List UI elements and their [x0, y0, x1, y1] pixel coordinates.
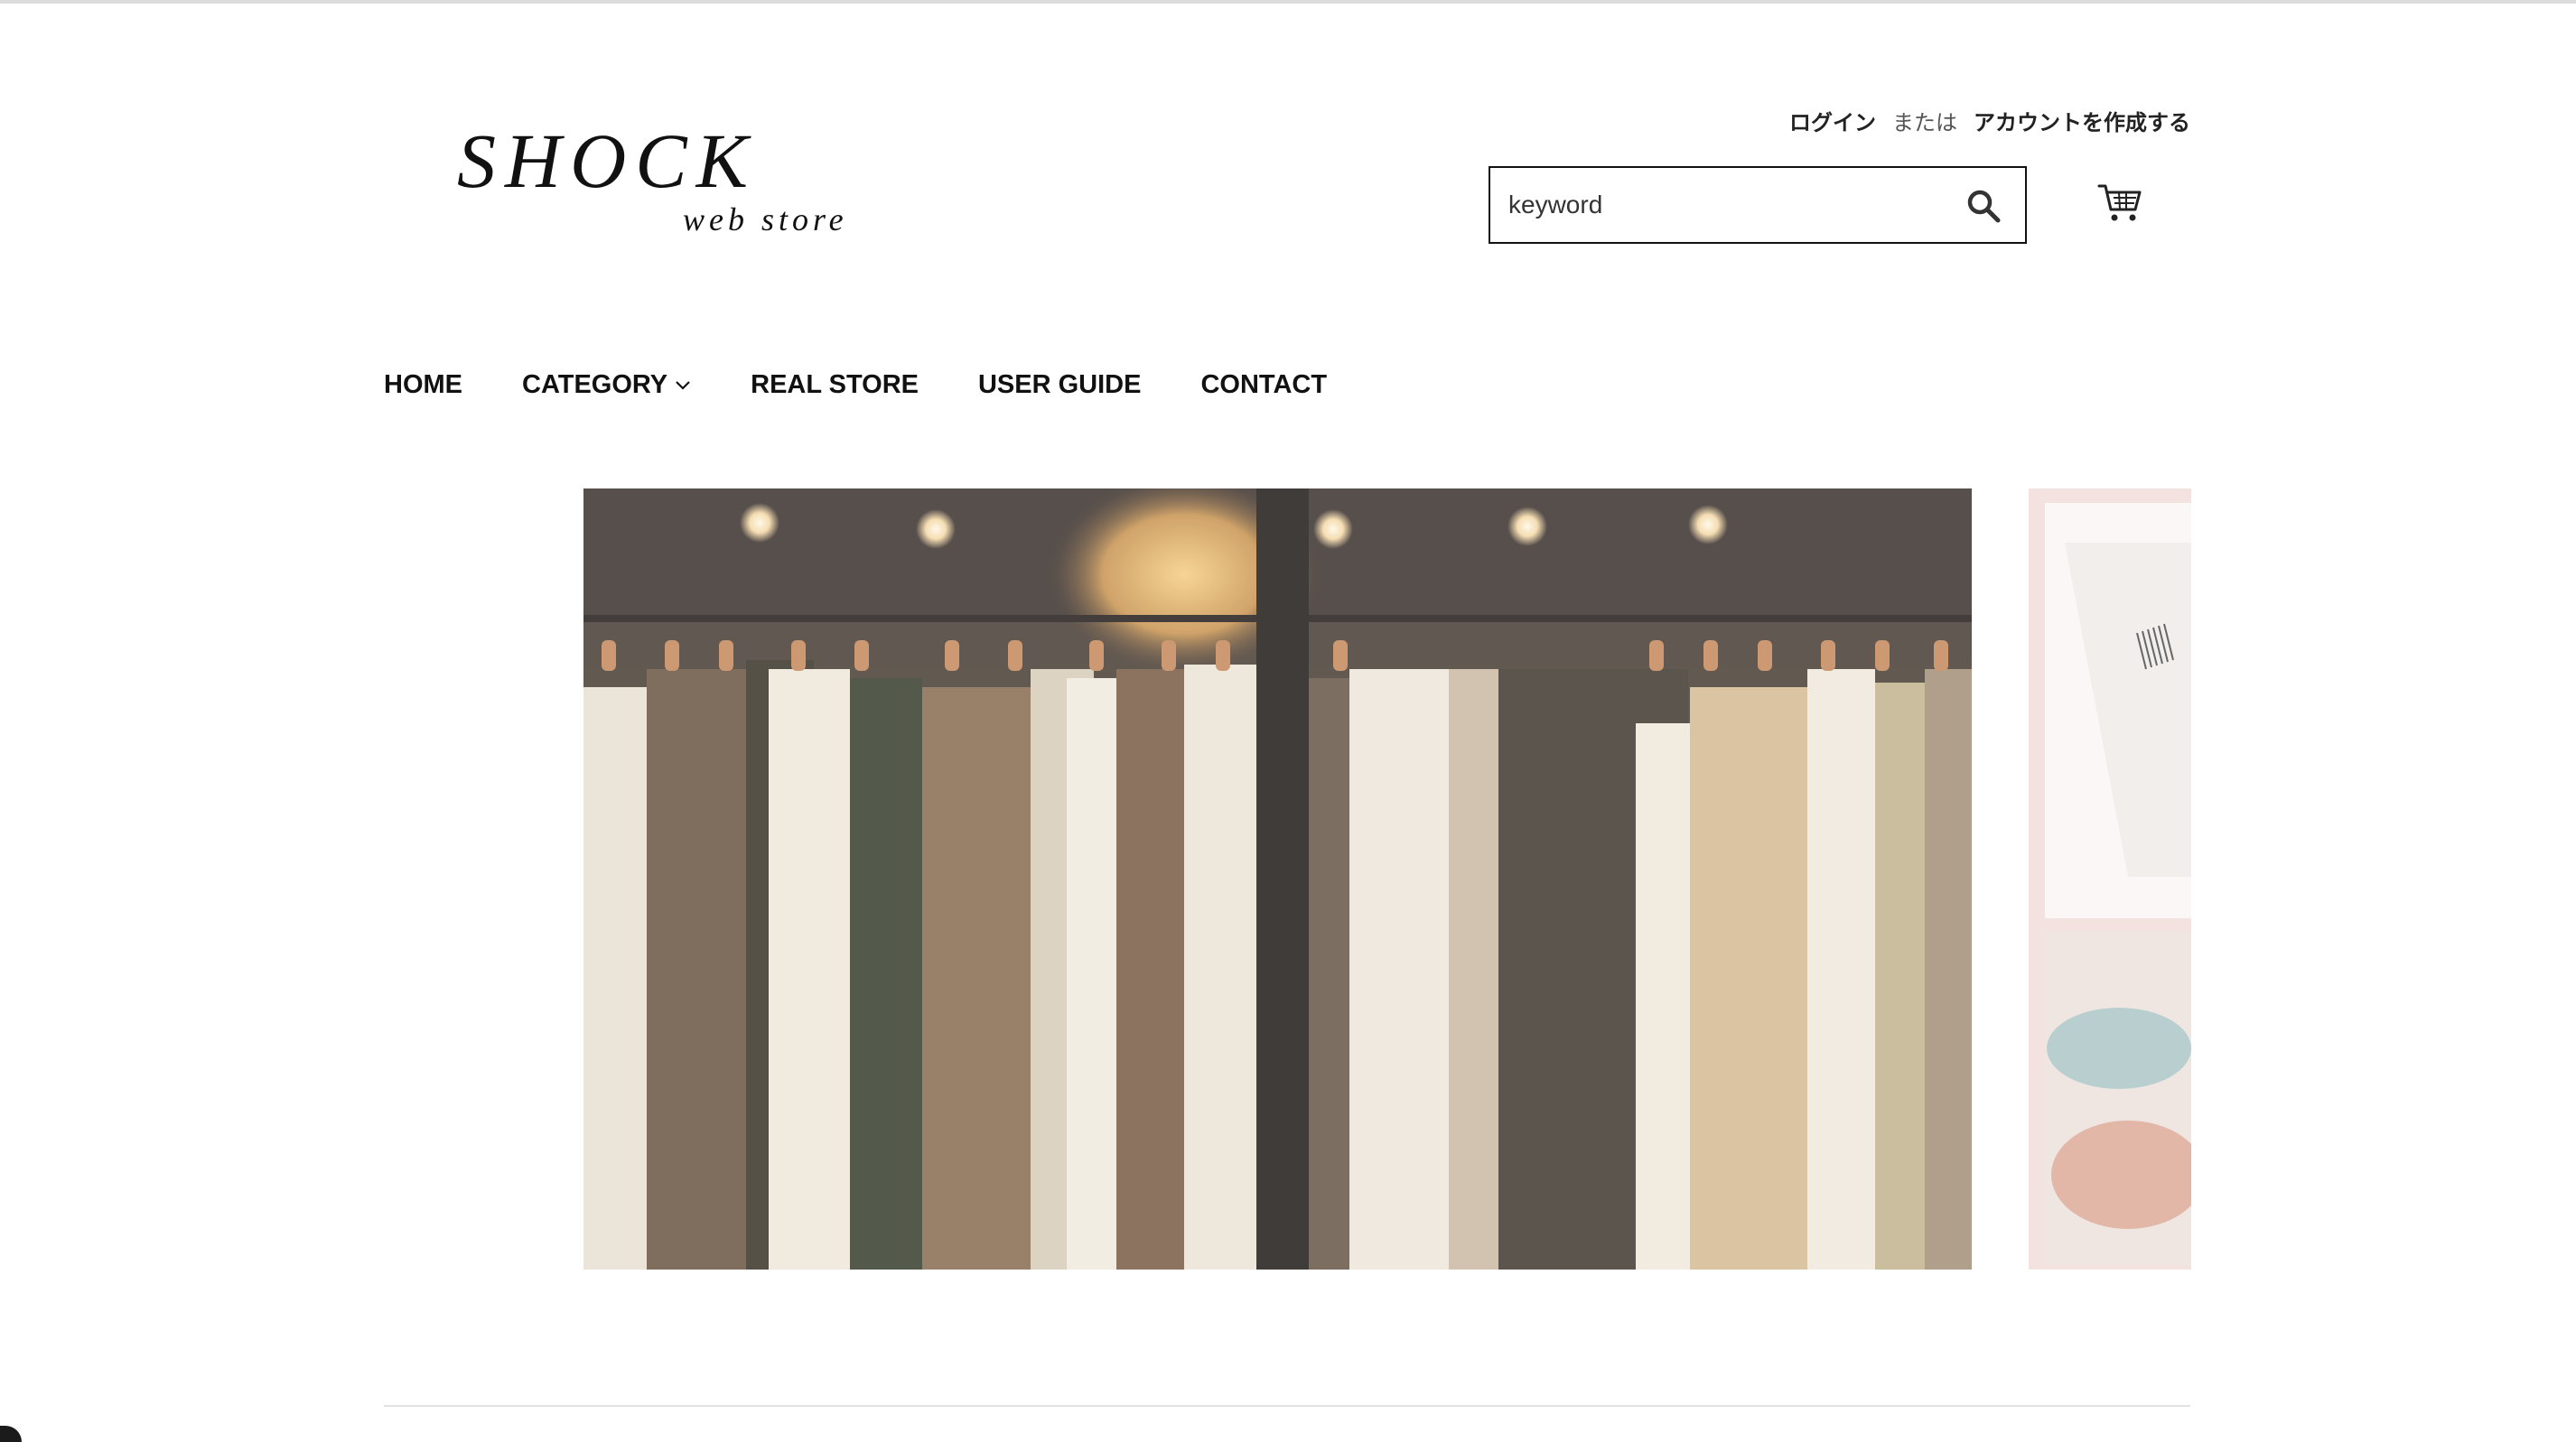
search-button[interactable]	[1964, 186, 2003, 226]
nav-category-label: CATEGORY	[522, 370, 668, 399]
search-icon	[1967, 190, 2001, 223]
section-divider	[384, 1405, 2190, 1407]
create-account-link[interactable]: アカウントを作成する	[1974, 105, 2190, 136]
product-package-photo	[2029, 488, 2191, 1270]
account-links: ログイン または アカウントを作成する	[1789, 105, 2190, 136]
nav-user-guide-label: USER GUIDE	[977, 370, 1142, 399]
clothing-rack-photo	[583, 488, 1972, 1270]
logo-title: SHOCK	[457, 117, 757, 204]
nav-contact[interactable]: CONTACT	[1200, 370, 1327, 400]
chevron-down-icon	[676, 380, 690, 390]
search-box	[1489, 166, 2027, 244]
search-input[interactable]	[1490, 177, 1944, 233]
nav-user-guide[interactable]: USER GUIDE	[978, 370, 1141, 400]
nav-contact-label: CONTACT	[1200, 370, 1328, 399]
nav-real-store[interactable]: REAL STORE	[751, 370, 919, 400]
main-nav: HOME CATEGORY REAL STORE USER GUIDE CONT…	[384, 370, 1327, 400]
cart-button[interactable]	[2097, 182, 2142, 224]
login-link[interactable]: ログイン	[1789, 105, 1876, 136]
logo-subtitle: web store	[683, 201, 848, 237]
hero-next-slide[interactable]	[2029, 488, 2191, 1270]
nav-real-store-label: REAL STORE	[751, 370, 919, 399]
hero-slide-image[interactable]	[583, 488, 1972, 1270]
window-top-border	[0, 0, 2576, 4]
window-corner	[0, 1426, 22, 1442]
nav-home[interactable]: HOME	[384, 370, 462, 400]
nav-home-label: HOME	[384, 370, 462, 399]
nav-category[interactable]: CATEGORY	[522, 370, 691, 400]
store-logo[interactable]: SHOCK web store	[452, 116, 876, 251]
cart-icon	[2097, 184, 2142, 221]
or-text: または	[1892, 111, 1957, 135]
